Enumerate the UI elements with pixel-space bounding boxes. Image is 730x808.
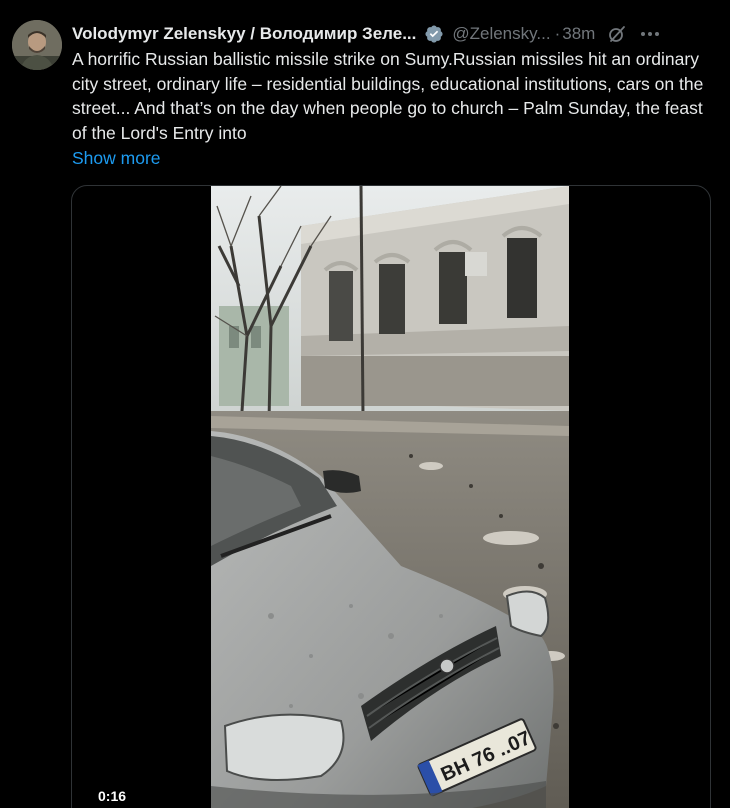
media-video-player[interactable]: ВН 76 ..07 0:16 [71,185,711,808]
grok-icon[interactable] [607,24,627,44]
video-frame[interactable]: ВН 76 ..07 [211,186,569,808]
author-handle[interactable]: @Zelensky... [452,24,550,44]
header-separator: · [554,24,561,43]
show-more-link[interactable]: Show more [72,146,161,170]
video-thumbnail: ВН 76 ..07 [211,186,569,808]
tweet-text: A horrific Russian ballistic missile str… [72,49,704,143]
avatar[interactable] [12,20,62,70]
tweet: Volodymyr Zelenskyy / Володимир Зеле... … [0,0,730,808]
more-options-icon[interactable] [639,24,661,44]
author-display-name[interactable]: Volodymyr Zelenskyy / Володимир Зеле... [72,24,416,44]
verified-badge-icon [425,25,443,43]
tweet-timestamp[interactable]: 38m [562,24,595,44]
video-time-label: 0:16 [98,788,127,804]
tweet-header: Volodymyr Zelenskyy / Володимир Зеле... … [72,22,716,46]
